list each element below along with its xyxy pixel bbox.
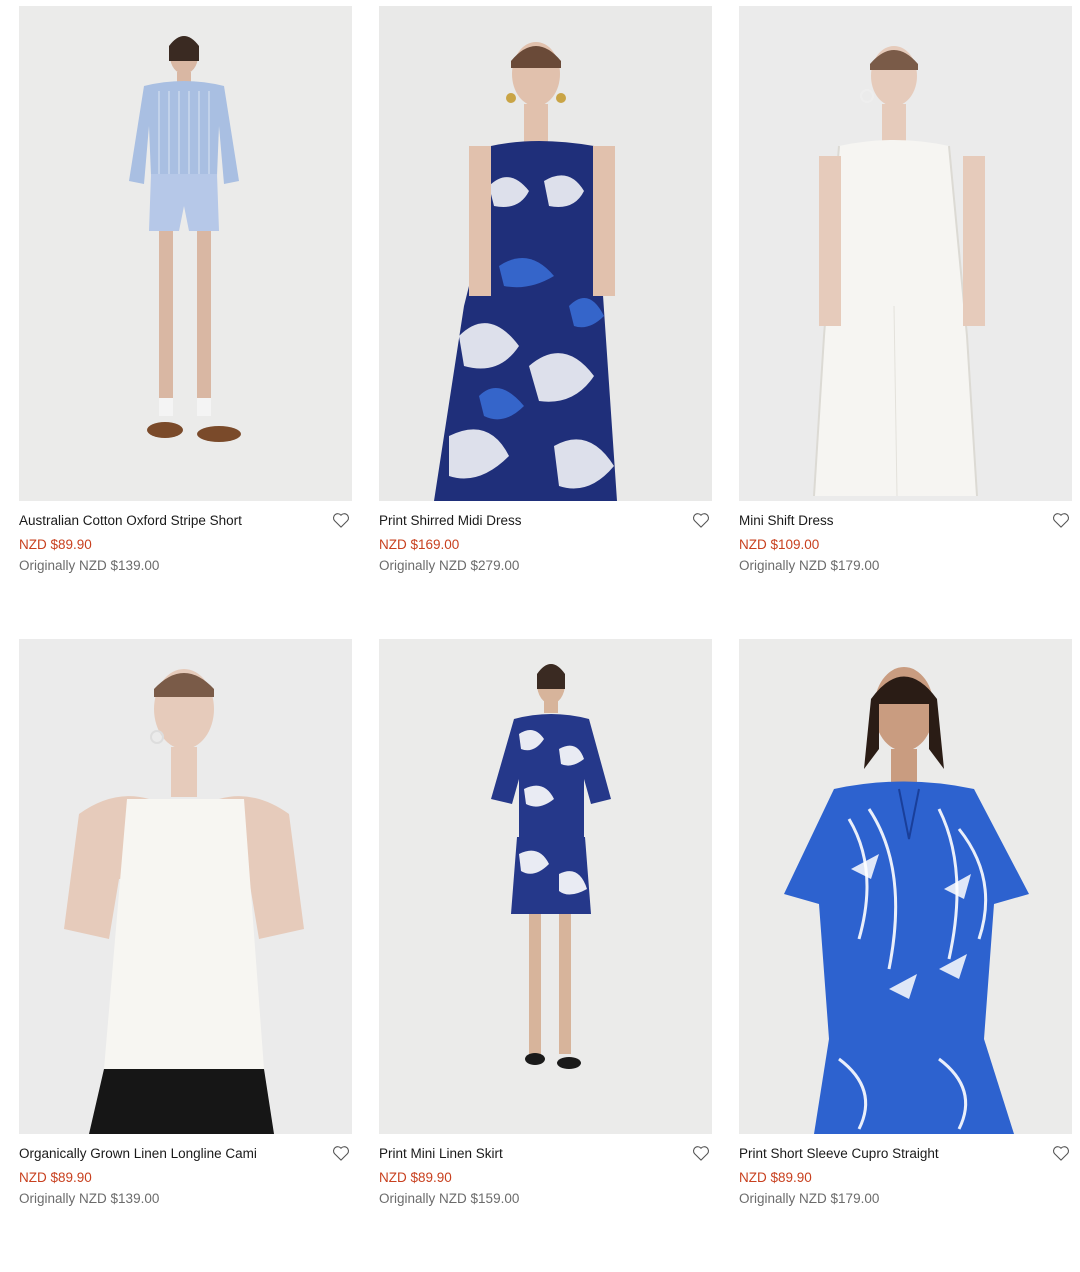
original-label: Originally [379,1191,436,1206]
wishlist-heart-icon[interactable] [330,509,352,531]
product-image[interactable] [739,6,1072,501]
product-info: Print Short Sleeve Cupro Straight NZD $8… [739,1134,1072,1207]
original-price: Originally NZD $279.00 [379,558,712,574]
original-price-value: NZD $179.00 [799,558,880,573]
original-price-value: NZD $139.00 [79,558,160,573]
wishlist-heart-icon[interactable] [690,509,712,531]
product-image[interactable] [19,639,352,1134]
original-price: Originally NZD $179.00 [739,1191,1072,1207]
original-label: Originally [739,1191,796,1206]
sale-price: NZD $89.90 [19,537,92,552]
wishlist-heart-icon[interactable] [330,1142,352,1164]
product-info: Mini Shift Dress NZD $109.00 Originally … [739,501,1072,574]
product-card: Print Shirred Midi Dress NZD $169.00 Ori… [379,6,712,639]
sale-price: NZD $169.00 [379,537,460,552]
product-image[interactable] [739,639,1072,1134]
sale-price: NZD $89.90 [739,1170,812,1185]
product-name[interactable]: Print Shirred Midi Dress [379,513,712,529]
product-image[interactable] [379,6,712,501]
original-price: Originally NZD $139.00 [19,558,352,574]
original-price-value: NZD $159.00 [439,1191,520,1206]
wishlist-heart-icon[interactable] [1050,1142,1072,1164]
sale-price: NZD $109.00 [739,537,820,552]
product-name[interactable]: Mini Shift Dress [739,513,1072,529]
sale-price: NZD $89.90 [379,1170,452,1185]
product-card: Mini Shift Dress NZD $109.00 Originally … [739,6,1072,639]
original-label: Originally [19,558,76,573]
sale-price: NZD $89.90 [19,1170,92,1185]
original-price: Originally NZD $139.00 [19,1191,352,1207]
product-image[interactable] [379,639,712,1134]
product-name[interactable]: Print Short Sleeve Cupro Straight [739,1146,1072,1162]
original-price-value: NZD $179.00 [799,1191,880,1206]
product-grid: Australian Cotton Oxford Stripe Short NZ… [19,6,1072,1272]
original-label: Originally [19,1191,76,1206]
product-card: Australian Cotton Oxford Stripe Short NZ… [19,6,352,639]
original-price-value: NZD $279.00 [439,558,520,573]
product-info: Organically Grown Linen Longline Cami NZ… [19,1134,352,1207]
product-card: Organically Grown Linen Longline Cami NZ… [19,639,352,1272]
product-info: Australian Cotton Oxford Stripe Short NZ… [19,501,352,574]
product-name[interactable]: Australian Cotton Oxford Stripe Short [19,513,352,529]
original-label: Originally [379,558,436,573]
wishlist-heart-icon[interactable] [1050,509,1072,531]
product-card: Print Short Sleeve Cupro Straight NZD $8… [739,639,1072,1272]
original-label: Originally [739,558,796,573]
product-name[interactable]: Organically Grown Linen Longline Cami [19,1146,352,1162]
product-name[interactable]: Print Mini Linen Skirt [379,1146,712,1162]
wishlist-heart-icon[interactable] [690,1142,712,1164]
product-image[interactable] [19,6,352,501]
product-card: Print Mini Linen Skirt NZD $89.90 Origin… [379,639,712,1272]
original-price-value: NZD $139.00 [79,1191,160,1206]
original-price: Originally NZD $159.00 [379,1191,712,1207]
product-info: Print Mini Linen Skirt NZD $89.90 Origin… [379,1134,712,1207]
product-info: Print Shirred Midi Dress NZD $169.00 Ori… [379,501,712,574]
original-price: Originally NZD $179.00 [739,558,1072,574]
